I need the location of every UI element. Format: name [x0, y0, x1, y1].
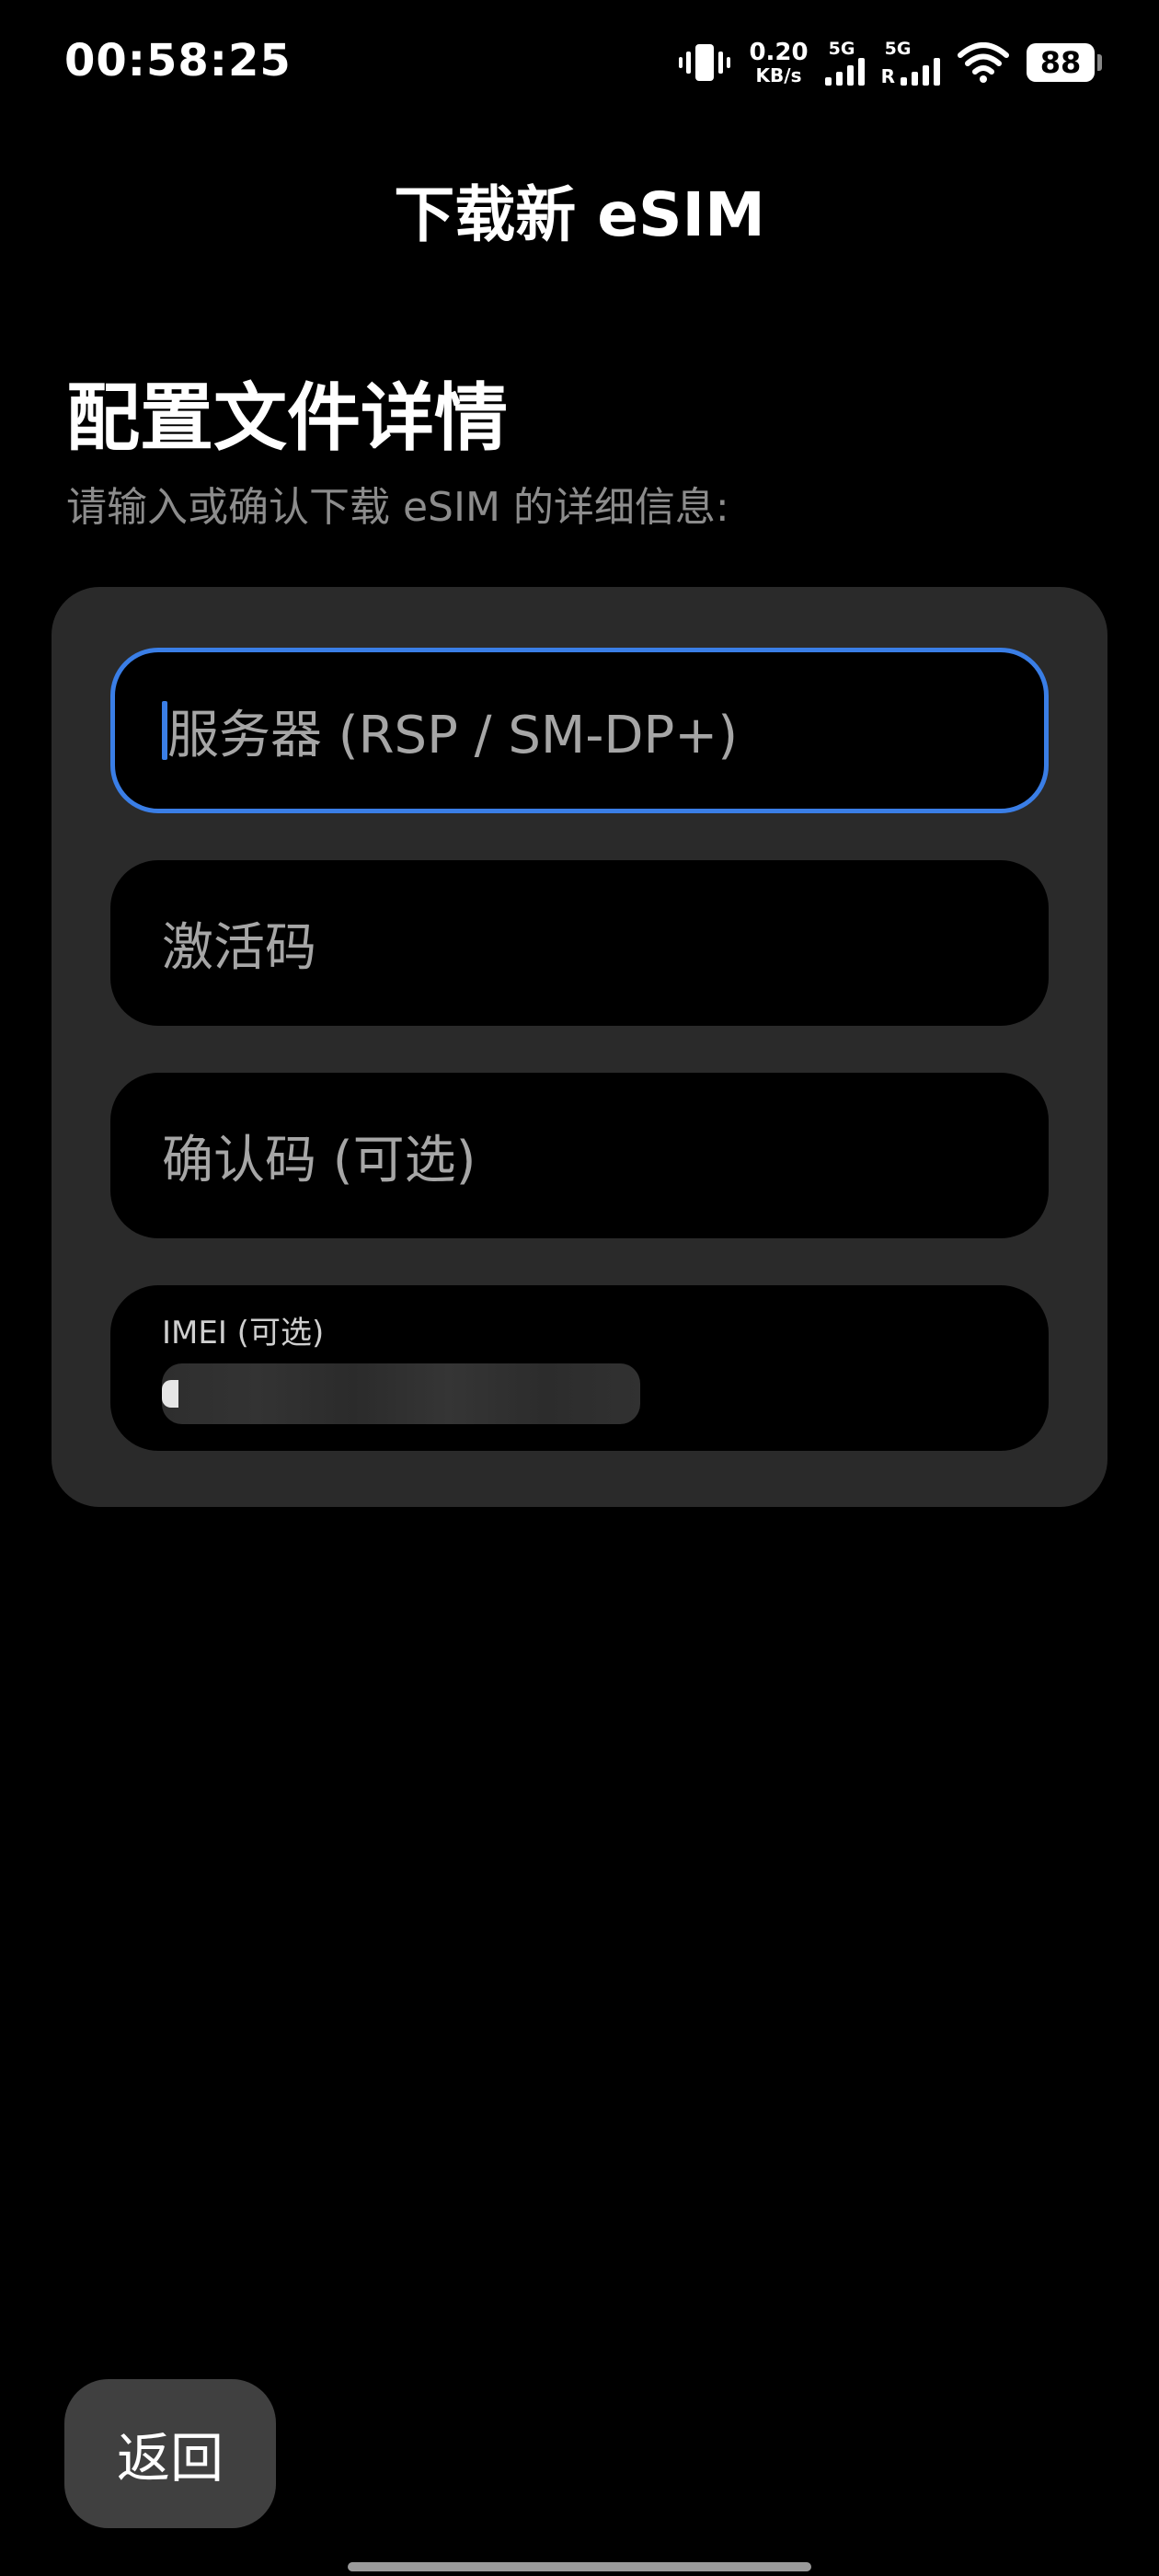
status-icons: 0.20 KB/s 5G 5G R 88 [677, 35, 1102, 90]
status-bar: 00:58:25 0.20 KB/s 5G 5G R 88 [0, 0, 1159, 129]
sim1-signal: 5G [824, 38, 865, 86]
network-speed-value: 0.20 [749, 39, 809, 66]
sim2-signal: 5G R [881, 40, 940, 86]
server-input[interactable] [115, 652, 1044, 809]
signal-icon [824, 57, 865, 86]
back-button[interactable]: 返回 [64, 2379, 276, 2528]
signal-icon [901, 57, 940, 86]
sim2-network-type: 5G [884, 38, 912, 59]
imei-value-redacted [162, 1363, 640, 1424]
server-field[interactable]: 服务器 (RSP / SM-DP+) [110, 648, 1049, 813]
confirmation-code-field[interactable]: 确认码 (可选) [110, 1073, 1049, 1238]
battery-level: 88 [1039, 45, 1082, 80]
activation-code-input[interactable] [110, 860, 1049, 1026]
section-title: 配置文件详情 [66, 375, 508, 461]
imei-label: IMEI (可选) [162, 1314, 325, 1351]
network-speed: 0.20 KB/s [749, 40, 808, 85]
roaming-indicator: R [880, 64, 895, 87]
section-subtitle: 请输入或确认下载 eSIM 的详细信息: [66, 484, 729, 531]
sim1-network-type: 5G [828, 38, 855, 59]
profile-details-card: 服务器 (RSP / SM-DP+) 激活码 确认码 (可选) IMEI (可选… [52, 587, 1107, 1507]
battery-icon: 88 [1027, 43, 1102, 82]
imei-field[interactable]: IMEI (可选) [110, 1285, 1049, 1451]
confirmation-code-input[interactable] [110, 1073, 1049, 1238]
esim-download-screen: 00:58:25 0.20 KB/s 5G 5G R 88 下载新 eSIM 配… [0, 0, 1159, 2576]
page-title: 下载新 eSIM [394, 179, 765, 250]
home-indicator[interactable] [348, 2562, 811, 2571]
network-speed-unit: KB/s [755, 64, 802, 86]
activation-code-field[interactable]: 激活码 [110, 860, 1049, 1026]
wifi-icon [958, 42, 1009, 83]
vibrate-icon [679, 44, 731, 81]
status-time: 00:58:25 [64, 35, 292, 86]
